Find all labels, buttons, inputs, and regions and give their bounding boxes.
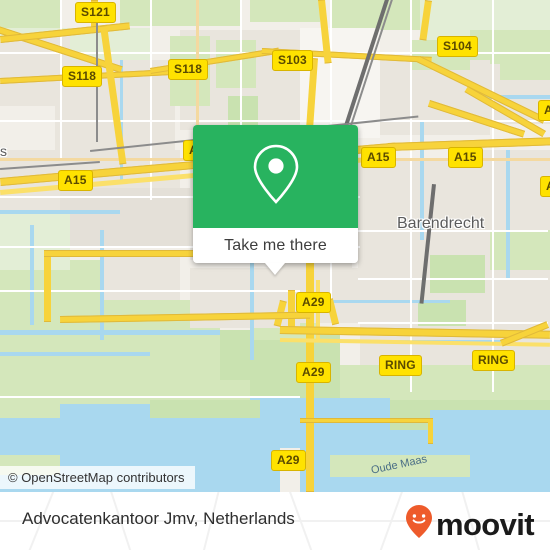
osm-attribution-text: © OpenStreetMap contributors	[8, 470, 185, 485]
popup-icon-area	[193, 125, 358, 228]
city-label-barendrecht: Barendrecht	[397, 215, 485, 232]
take-me-there-button[interactable]: Take me there	[193, 228, 358, 263]
popup-pointer-tail	[265, 263, 285, 275]
place-title: Advocatenkantoor Jmv, Netherlands	[22, 509, 295, 528]
map-canvas[interactable]: S121 S118 S118 S103 S104 A15 A15 A15 A15…	[0, 0, 550, 492]
city-label-clipped: s	[0, 143, 7, 159]
location-popup[interactable]: Take me there	[193, 125, 358, 275]
map-pin-icon	[249, 142, 303, 211]
moovit-wordmark: moovit	[435, 507, 535, 542]
footer-bar: Advocatenkantoor Jmv, Netherlands moovit	[0, 492, 550, 550]
river-label-oude-maas: Oude Maas	[370, 453, 429, 477]
take-me-there-label: Take me there	[224, 236, 327, 254]
screenshot-root: S121 S118 S118 S103 S104 A15 A15 A15 A15…	[0, 0, 550, 550]
moovit-logo[interactable]: moovit	[404, 504, 535, 545]
osm-attribution[interactable]: © OpenStreetMap contributors	[0, 466, 195, 489]
moovit-smiley-pin-icon	[404, 504, 434, 545]
